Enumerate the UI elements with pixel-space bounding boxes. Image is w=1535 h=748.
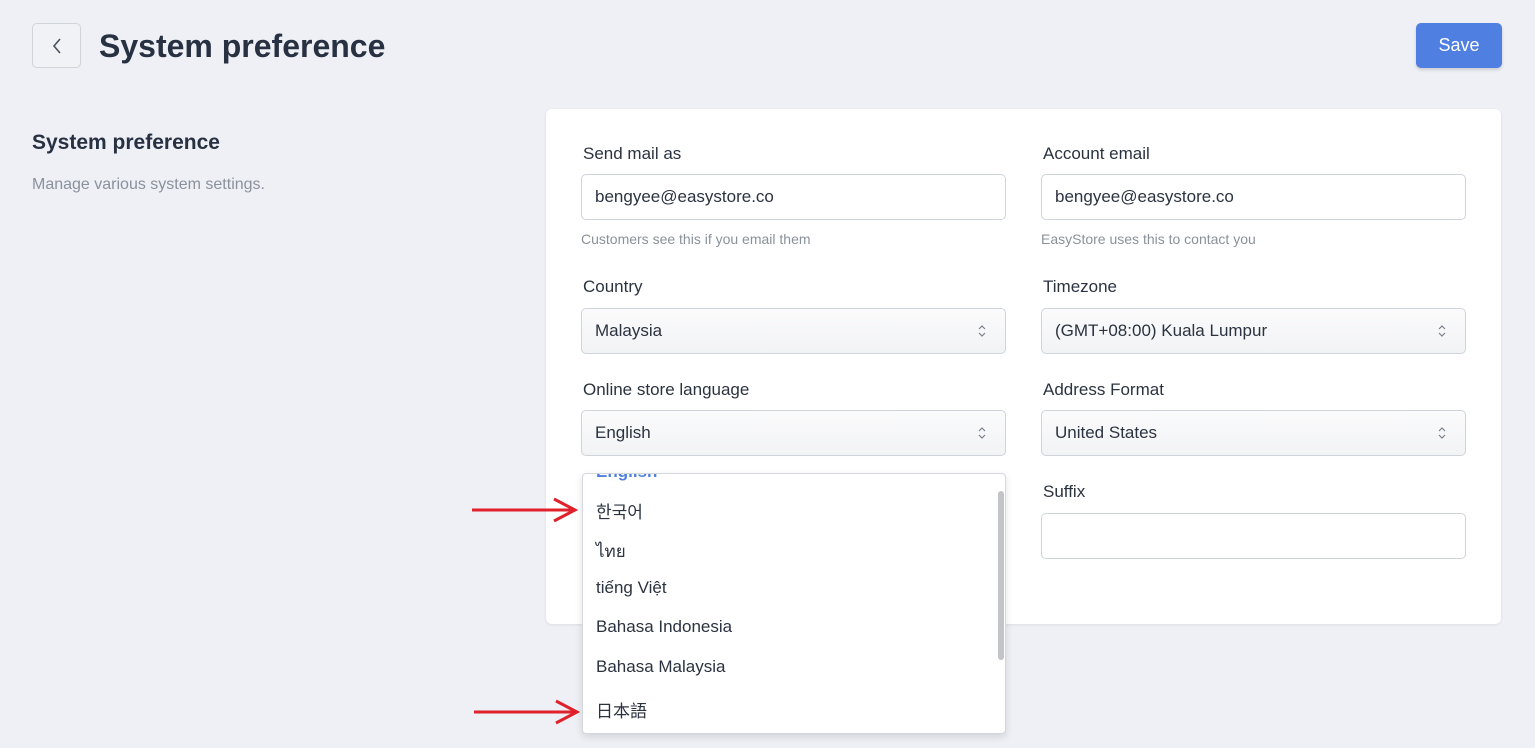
- language-option-indonesian[interactable]: Bahasa Indonesia: [596, 617, 732, 637]
- suffix-input[interactable]: [1041, 513, 1466, 559]
- send-mail-as-help: Customers see this if you email them: [581, 231, 811, 247]
- select-updown-icon: [1438, 325, 1446, 337]
- send-mail-as-label: Send mail as: [583, 144, 682, 163]
- section-description: Manage various system settings.: [32, 176, 265, 193]
- country-label: Country: [583, 277, 643, 296]
- chevron-left-icon: [52, 37, 61, 54]
- section-title: System preference: [32, 131, 220, 154]
- language-option-japanese[interactable]: 日本語: [596, 697, 647, 722]
- chevron-down-icon: [960, 473, 970, 476]
- select-updown-icon: [1438, 427, 1446, 439]
- account-email-help: EasyStore uses this to contact you: [1041, 231, 1256, 247]
- language-option-korean[interactable]: 한국어: [596, 498, 643, 523]
- dropdown-selected-option[interactable]: English: [596, 474, 657, 482]
- timezone-label: Timezone: [1043, 277, 1118, 296]
- select-updown-icon: [978, 325, 986, 337]
- language-option-malay[interactable]: Bahasa Malaysia: [596, 657, 725, 677]
- timezone-select[interactable]: (GMT+08:00) Kuala Lumpur: [1041, 308, 1466, 354]
- back-button[interactable]: [32, 23, 81, 68]
- address-format-select[interactable]: United States: [1041, 410, 1466, 456]
- send-mail-as-input[interactable]: [581, 174, 1006, 220]
- annotation-arrow-icon: [472, 497, 578, 523]
- timezone-value: (GMT+08:00) Kuala Lumpur: [1055, 321, 1268, 340]
- country-value: Malaysia: [595, 321, 663, 340]
- store-language-label: Online store language: [583, 380, 750, 399]
- select-updown-icon: [978, 427, 986, 439]
- language-option-thai[interactable]: ไทย: [596, 538, 626, 565]
- language-option-vietnamese[interactable]: tiếng Việt: [596, 578, 667, 598]
- address-format-label: Address Format: [1043, 380, 1164, 399]
- dropdown-scrollbar[interactable]: [998, 491, 1004, 660]
- language-dropdown-list: English 한국어 ไทย tiếng Việt Bahasa Indone…: [582, 473, 1006, 734]
- account-email-input[interactable]: [1041, 174, 1466, 220]
- store-language-value: English: [595, 423, 651, 442]
- page-title: System preference: [99, 28, 386, 64]
- suffix-label: Suffix: [1043, 482, 1086, 501]
- country-select[interactable]: Malaysia: [581, 308, 1006, 354]
- address-format-value: United States: [1055, 423, 1158, 442]
- account-email-label: Account email: [1043, 144, 1150, 163]
- store-language-select[interactable]: English: [581, 410, 1006, 456]
- save-button[interactable]: Save: [1416, 23, 1502, 68]
- annotation-arrow-icon: [474, 699, 580, 725]
